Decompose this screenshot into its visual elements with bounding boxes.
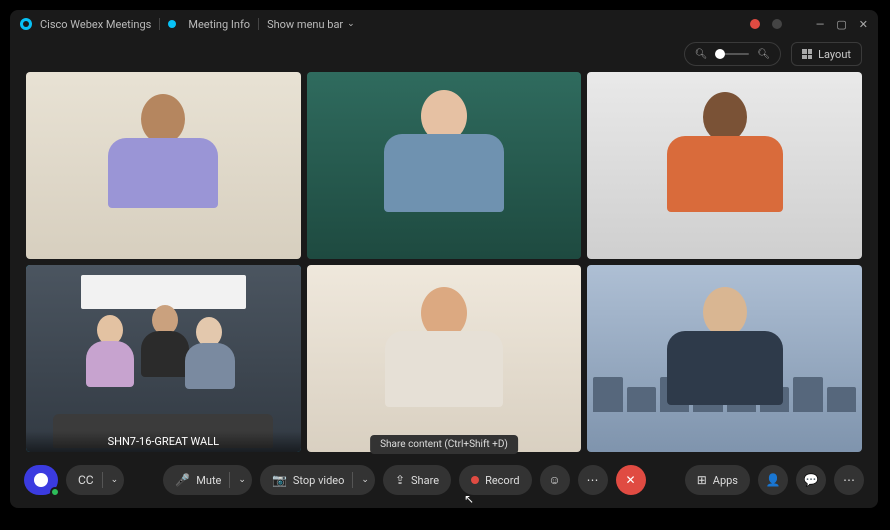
mute-button[interactable]: 🎤 Mute ⌄ bbox=[163, 465, 252, 495]
participant-name-label: SHN7-16-GREAT WALL bbox=[26, 431, 301, 452]
zoom-out-icon[interactable]: 🔍︎ bbox=[695, 49, 708, 60]
status-badge-icon bbox=[50, 487, 60, 497]
chevron-down-icon: ⌄ bbox=[347, 19, 355, 29]
apps-label: Apps bbox=[713, 474, 738, 487]
stop-video-label: Stop video bbox=[293, 474, 345, 487]
ellipsis-icon: ⋯ bbox=[587, 474, 599, 486]
zoom-slider[interactable] bbox=[715, 53, 749, 55]
leave-meeting-button[interactable]: ✕ bbox=[616, 465, 646, 495]
smile-icon: ☺ bbox=[548, 474, 560, 486]
more-options-button[interactable]: ⋯ bbox=[578, 465, 608, 495]
webex-assistant-button[interactable] bbox=[24, 465, 58, 495]
divider-icon bbox=[258, 18, 259, 30]
divider-icon bbox=[159, 18, 160, 30]
minimize-button[interactable]: — bbox=[816, 18, 825, 31]
participant-tile[interactable] bbox=[587, 72, 862, 259]
participant-tile[interactable] bbox=[587, 265, 862, 452]
participant-video bbox=[587, 72, 862, 259]
meeting-info-button[interactable]: Meeting Info bbox=[188, 18, 250, 31]
maximize-button[interactable]: ▢ bbox=[836, 18, 846, 31]
reactions-button[interactable]: ☺ bbox=[540, 465, 570, 495]
chevron-down-icon: ⌄ bbox=[238, 475, 246, 485]
share-icon: ⇪ bbox=[395, 474, 405, 486]
participant-tile-active[interactable]: SHN7-16-GREAT WALL bbox=[26, 265, 301, 452]
record-label: Record bbox=[485, 474, 519, 487]
titlebar: Cisco Webex Meetings Meeting Info Show m… bbox=[10, 10, 878, 38]
apps-button[interactable]: ⊞ Apps bbox=[685, 465, 750, 495]
record-icon bbox=[471, 476, 479, 484]
chat-icon: 💬 bbox=[804, 474, 819, 486]
app-name: Cisco Webex Meetings bbox=[40, 18, 151, 31]
participant-video bbox=[26, 265, 301, 452]
participant-tile[interactable] bbox=[307, 72, 582, 259]
participant-video bbox=[307, 265, 582, 452]
show-menu-bar-label: Show menu bar bbox=[267, 18, 343, 31]
meeting-controls: CC ⌄ 🎤 Mute ⌄ 📷 Stop video ⌄ ⇪ Share bbox=[10, 458, 878, 508]
chevron-down-icon: ⌄ bbox=[111, 475, 119, 485]
view-toolbar: 🔍︎ 🔍︎ Layout bbox=[10, 38, 878, 72]
grid-icon bbox=[802, 49, 812, 59]
participant-video bbox=[26, 72, 301, 259]
webex-logo-icon bbox=[20, 18, 32, 30]
participant-tile[interactable] bbox=[307, 265, 582, 452]
close-button[interactable]: ✕ bbox=[859, 18, 868, 31]
share-label: Share bbox=[411, 474, 439, 487]
share-tooltip: Share content (Ctrl+Shift +D) bbox=[370, 435, 518, 454]
info-dot-icon bbox=[168, 20, 176, 28]
participant-tile[interactable] bbox=[26, 72, 301, 259]
participants-button[interactable]: 👤 bbox=[758, 465, 788, 495]
zoom-in-icon[interactable]: 🔍︎ bbox=[757, 49, 770, 60]
zoom-control[interactable]: 🔍︎ 🔍︎ bbox=[684, 42, 781, 66]
show-menu-bar-button[interactable]: Show menu bar ⌄ bbox=[267, 18, 355, 31]
video-grid: SHN7-16-GREAT WALL bbox=[10, 72, 878, 458]
microphone-icon: 🎤 bbox=[175, 474, 190, 486]
participant-video bbox=[307, 72, 582, 259]
stop-video-button[interactable]: 📷 Stop video ⌄ bbox=[260, 465, 375, 495]
person-icon: 👤 bbox=[766, 474, 781, 486]
layout-label: Layout bbox=[818, 48, 851, 61]
layout-button[interactable]: Layout bbox=[791, 42, 862, 66]
participant-video bbox=[587, 265, 862, 452]
panel-options-button[interactable]: ⋯ bbox=[834, 465, 864, 495]
chat-button[interactable]: 💬 bbox=[796, 465, 826, 495]
apps-icon: ⊞ bbox=[697, 474, 707, 486]
record-button[interactable]: Record bbox=[459, 465, 531, 495]
recording-indicator-icon bbox=[750, 19, 760, 29]
share-button[interactable]: ⇪ Share bbox=[383, 465, 451, 495]
mute-label: Mute bbox=[196, 474, 221, 487]
closed-captions-button[interactable]: CC ⌄ bbox=[66, 465, 124, 495]
app-window: Cisco Webex Meetings Meeting Info Show m… bbox=[10, 10, 878, 508]
cc-icon: CC bbox=[78, 474, 94, 486]
ellipsis-icon: ⋯ bbox=[843, 474, 855, 486]
chevron-down-icon: ⌄ bbox=[361, 475, 369, 485]
camera-icon: 📷 bbox=[272, 474, 287, 486]
status-dot-icon bbox=[772, 19, 782, 29]
close-icon: ✕ bbox=[626, 474, 636, 486]
